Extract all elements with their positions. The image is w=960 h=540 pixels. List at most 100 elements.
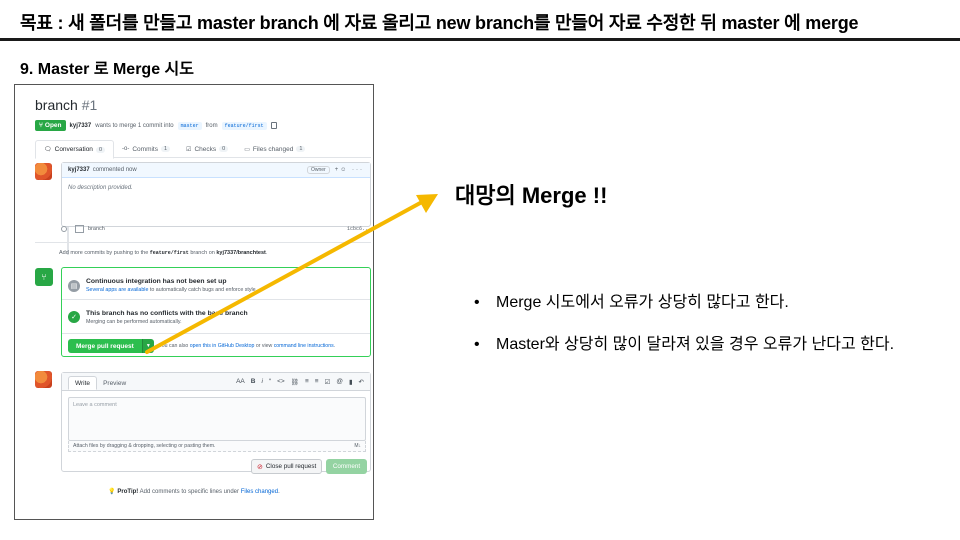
commit-message[interactable]: branch	[88, 226, 105, 232]
kebab-menu-icon[interactable]: ···	[352, 167, 364, 173]
quote-icon[interactable]: “	[269, 378, 271, 386]
tab-conversation[interactable]: 🗨 Conversation 0	[35, 140, 114, 159]
push-hint-suffix: .	[265, 250, 268, 256]
bullet-list: Merge 시도에서 오류가 상당히 많다고 한다. Master와 상당히 많…	[474, 292, 924, 376]
push-hint-middle: branch on	[190, 250, 215, 256]
merge-box: ▤ Continuous integration has not been se…	[61, 267, 371, 357]
commit-avatar-icon	[75, 225, 84, 233]
conflict-status-row: ✓ This branch has no conflicts with the …	[62, 301, 370, 334]
bookmark-icon[interactable]: ▮	[349, 378, 353, 386]
comment-author[interactable]: kyj7337	[68, 167, 90, 173]
comment-textarea[interactable]: Leave a comment	[68, 397, 366, 441]
close-pull-request-button[interactable]: ⊘ Close pull request	[251, 459, 323, 474]
attach-files-bar[interactable]: Attach files by dragging & dropping, sel…	[68, 441, 366, 452]
base-branch-tag[interactable]: master	[177, 121, 202, 130]
arrow-head	[416, 194, 438, 213]
close-pr-icon: ⊘	[257, 463, 263, 471]
check-icon: ✓	[68, 311, 80, 323]
add-reaction-icon[interactable]: +☺	[335, 167, 349, 173]
tab-commits[interactable]: -o- Commits 1	[114, 140, 178, 158]
avatar[interactable]	[35, 371, 52, 388]
pull-request-icon: ⑂	[39, 122, 43, 129]
conflict-title: This branch has no conflicts with the ba…	[86, 309, 248, 317]
pr-tabs: 🗨 Conversation 0 -o- Commits 1 ☑ Checks …	[35, 140, 371, 159]
attach-files-text: Attach files by dragging & dropping, sel…	[73, 443, 216, 449]
ci-subtitle-rest: to automatically catch bugs and enforce …	[149, 287, 258, 293]
push-hint-repo[interactable]: kyj7337/branchtest	[216, 250, 266, 256]
copy-icon[interactable]	[270, 122, 277, 129]
github-desktop-link[interactable]: open this in GitHub Desktop	[190, 343, 255, 349]
section-title: 9. Master 로 Merge 시도	[20, 61, 194, 78]
pr-meta-text: wants to merge 1 commit into	[95, 122, 174, 129]
italic-icon[interactable]: i	[261, 378, 262, 386]
merge-alt-suffix: .	[333, 343, 336, 349]
mention-icon[interactable]: @	[336, 378, 343, 386]
merge-pull-request-button[interactable]: Merge pull request	[68, 339, 142, 353]
pr-title-text: branch	[35, 97, 78, 113]
owner-badge: Owner	[306, 166, 330, 174]
bullet-item: Merge 시도에서 오류가 상당히 많다고 한다.	[474, 292, 924, 314]
ci-alert-icon: ▤	[68, 279, 80, 292]
commit-dot-icon	[61, 226, 67, 232]
pr-state-label: Open	[44, 122, 62, 129]
callout-text: 대망의 Merge !!	[455, 183, 608, 208]
bullet-item: Master와 상당히 많이 달라져 있을 경우 오류가 난다고 한다.	[474, 334, 924, 356]
code-icon[interactable]: <>	[277, 378, 285, 386]
push-hint-branch: feature/first	[149, 250, 189, 256]
pr-number: #1	[81, 97, 98, 113]
ci-status-row: ▤ Continuous integration has not been se…	[62, 272, 370, 300]
avatar[interactable]	[35, 163, 52, 180]
file-diff-icon: ▭	[244, 146, 250, 153]
comment-action: commented now	[92, 167, 137, 173]
tab-preview[interactable]: Preview	[97, 376, 132, 390]
title-divider	[0, 38, 960, 41]
comment-editor: Write Preview AA B i “ <> ⛓ ≡ ≡ ☑ @ ▮ ↶ …	[61, 372, 371, 472]
heading-icon[interactable]: AA	[236, 378, 245, 386]
ci-apps-link[interactable]: Several apps are available	[86, 287, 148, 293]
commit-icon: -o-	[122, 146, 130, 152]
link-icon[interactable]: ⛓	[291, 378, 299, 386]
files-changed-link[interactable]: Files changed	[241, 489, 278, 495]
bold-icon[interactable]: B	[251, 378, 256, 386]
reply-icon[interactable]: ↶	[359, 378, 364, 386]
timeline-divider	[35, 242, 371, 243]
comment-header: kyj7337 commented now Owner +☺ ···	[62, 163, 370, 178]
command-line-link[interactable]: command line instructions	[274, 343, 334, 349]
ordered-list-icon[interactable]: ≡	[315, 378, 319, 386]
protip: 💡 ProTip! Add comments to specific lines…	[15, 488, 373, 495]
ci-subtitle: Several apps are available to automatica…	[86, 287, 257, 293]
tab-files-changed[interactable]: ▭ Files changed 1	[236, 140, 313, 158]
checklist-icon: ☑	[186, 146, 192, 153]
tab-count: 1	[296, 146, 306, 152]
chevron-down-icon: ▼	[145, 343, 151, 349]
unordered-list-icon[interactable]: ≡	[305, 378, 309, 386]
merge-method-dropdown[interactable]: ▼	[141, 339, 154, 353]
pr-description-comment: kyj7337 commented now Owner +☺ ··· No de…	[61, 162, 371, 227]
tab-checks[interactable]: ☑ Checks 0	[178, 140, 236, 158]
protip-end: .	[278, 489, 280, 495]
push-hint-prefix: Add more commits by pushing to the	[59, 250, 149, 256]
tab-count: 0	[95, 146, 105, 153]
tab-count: 1	[160, 146, 171, 152]
conflict-subtitle: Merging can be performed automatically.	[86, 318, 182, 325]
merge-alt-mid: or view	[255, 343, 273, 349]
tab-write[interactable]: Write	[68, 376, 98, 390]
pr-from-word: from	[205, 122, 218, 129]
git-merge-icon: ⑂	[35, 268, 53, 286]
protip-label: ProTip!	[117, 489, 139, 495]
task-list-icon[interactable]: ☑	[325, 378, 331, 386]
ci-title: Continuous integration has not been set …	[86, 278, 227, 285]
lightbulb-icon: 💡	[108, 489, 116, 495]
comment-button[interactable]: Comment	[326, 459, 367, 474]
pr-title: branch #1	[35, 97, 97, 113]
merge-alternatives: You can also open this in GitHub Desktop…	[159, 343, 335, 349]
comment-actions: +☺ ···	[335, 167, 364, 173]
pr-author[interactable]: kyj7337	[70, 123, 92, 129]
github-pr-screenshot: branch #1 ⑂ Open kyj7337 wants to merge …	[14, 84, 374, 520]
markdown-icon: M↓	[354, 443, 361, 449]
comment-icon: 🗨	[44, 147, 52, 153]
slide-title: 목표 : 새 폴더를 만들고 master branch 에 자료 올리고 ne…	[20, 13, 859, 33]
head-branch-tag[interactable]: feature/first	[221, 121, 267, 130]
commit-sha[interactable]: 1cbc6...	[347, 226, 371, 232]
merge-action-row: Merge pull request ▼ You can also open t…	[62, 335, 370, 357]
